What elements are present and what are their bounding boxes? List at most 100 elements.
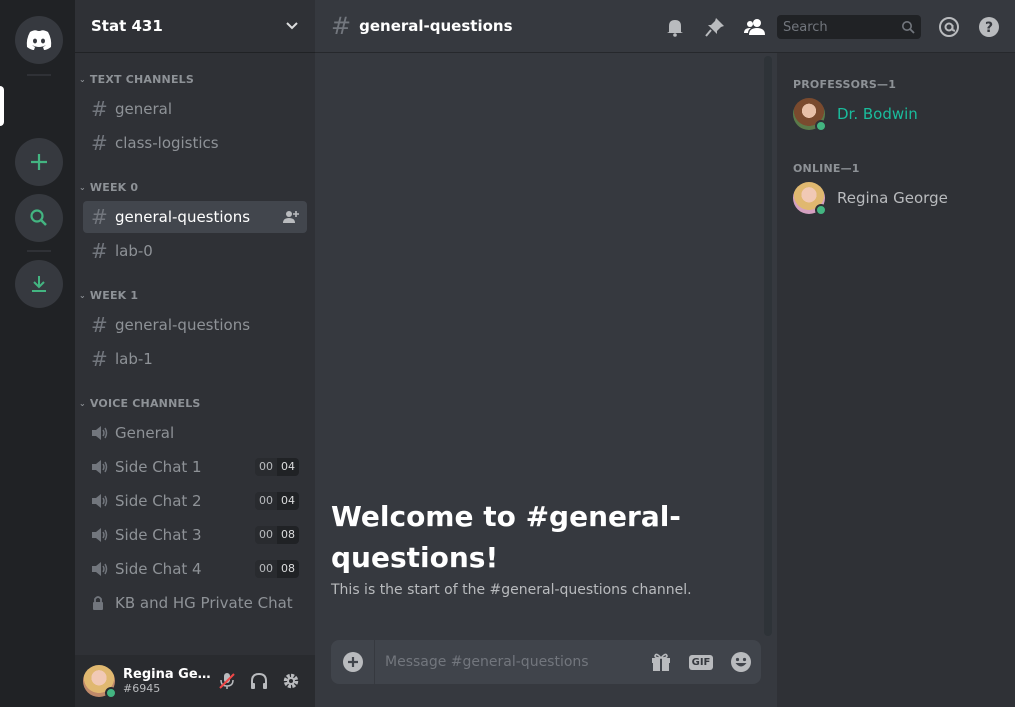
channel-sidebar: Stat 431 ⌄ TEXT CHANNELS # general # cla… [75, 0, 315, 707]
bell-icon [667, 20, 683, 37]
deafen-button[interactable] [243, 665, 275, 697]
speaker-icon [92, 528, 108, 542]
channel-label: Side Chat 3 [115, 526, 202, 544]
channel-general[interactable]: # general [83, 93, 307, 125]
category-text-channels[interactable]: ⌄ TEXT CHANNELS [79, 73, 194, 86]
scrollbar[interactable] [764, 56, 772, 636]
chevron-down-icon: ⌄ [79, 183, 86, 192]
channel-label: general-questions [115, 316, 251, 334]
user-count: 00 [255, 458, 277, 476]
speaker-icon [92, 562, 108, 576]
online-status-icon [815, 120, 827, 132]
server-header[interactable]: Stat 431 [75, 0, 315, 53]
category-week-1[interactable]: ⌄ WEEK 1 [79, 289, 138, 302]
user-limit-badge: 00 04 [255, 458, 299, 476]
voice-channel-side-chat-1[interactable]: Side Chat 1 00 04 [83, 451, 307, 483]
user-info[interactable]: Regina Geor... #6945 [123, 667, 211, 695]
username: Regina Geor... [123, 667, 211, 682]
avatar [793, 182, 827, 216]
category-voice-channels[interactable]: ⌄ VOICE CHANNELS [79, 397, 201, 410]
hash-icon: # [91, 239, 108, 263]
notifications-button[interactable] [655, 12, 695, 42]
pin-icon [705, 18, 724, 37]
channel-label: Side Chat 2 [115, 492, 202, 510]
search-input[interactable]: Search [777, 15, 921, 39]
avatar[interactable] [83, 665, 117, 699]
lock-icon [93, 596, 103, 610]
chevron-down-icon: ⌄ [79, 291, 86, 300]
user-limit: 08 [277, 526, 299, 544]
voice-channel-side-chat-3[interactable]: Side Chat 3 00 08 [83, 519, 307, 551]
emoji-icon [731, 652, 751, 672]
gear-icon [283, 673, 299, 689]
hash-icon: # [331, 12, 352, 40]
channel-label: Side Chat 4 [115, 560, 202, 578]
hash-icon: # [91, 131, 108, 155]
message-input[interactable] [375, 640, 641, 684]
help-icon: ? [979, 17, 999, 37]
user-discriminator: #6945 [123, 682, 161, 695]
user-limit: 08 [277, 560, 299, 578]
server-name: Stat 431 [91, 17, 163, 35]
download-button[interactable] [15, 260, 63, 308]
online-status-icon [815, 204, 827, 216]
channel-lab-1[interactable]: # lab-1 [83, 343, 307, 375]
add-server-icon [31, 154, 47, 170]
header-toolbar: Search ? [655, 12, 1009, 42]
selected-indicator [0, 86, 4, 126]
channel-general-questions-week0[interactable]: # general-questions [83, 201, 307, 233]
channel-label: general [115, 100, 173, 118]
headphones-icon [251, 672, 267, 689]
channel-general-questions-week1[interactable]: # general-questions [83, 309, 307, 341]
home-button[interactable] [15, 16, 63, 64]
upload-button[interactable] [331, 640, 375, 684]
emoji-button[interactable] [721, 640, 761, 684]
member-group-title: ONLINE—1 [793, 162, 860, 175]
chat-area: # general-questions Search ? Welcome to … [315, 0, 1015, 707]
mentions-button[interactable] [929, 12, 969, 42]
channel-lab-0[interactable]: # lab-0 [83, 235, 307, 267]
mute-button[interactable] [211, 665, 243, 697]
member-item[interactable]: Dr. Bodwin [793, 98, 918, 132]
add-server-button[interactable] [15, 138, 63, 186]
category-week-0[interactable]: ⌄ WEEK 0 [79, 181, 138, 194]
search-icon [902, 21, 915, 34]
user-settings-button[interactable] [275, 665, 307, 697]
voice-channel-general[interactable]: General [83, 417, 307, 449]
hash-icon: # [91, 205, 108, 229]
user-limit-badge: 00 04 [255, 492, 299, 510]
invite-icon[interactable] [283, 210, 299, 224]
gif-button[interactable]: GIF [681, 640, 721, 684]
gift-button[interactable] [641, 640, 681, 684]
voice-channel-side-chat-4[interactable]: Side Chat 4 00 08 [83, 553, 307, 585]
channel-title: general-questions [359, 17, 513, 35]
channel-label: KB and HG Private Chat [115, 594, 293, 612]
member-list-button[interactable] [735, 12, 775, 42]
channel-class-logistics[interactable]: # class-logistics [83, 127, 307, 159]
plus-circle-icon [342, 652, 363, 672]
channel-label: lab-1 [115, 350, 153, 368]
discord-logo-icon [26, 30, 52, 50]
svg-text:?: ? [985, 20, 993, 36]
voice-channel-private-chat[interactable]: KB and HG Private Chat [83, 587, 307, 619]
pinned-messages-button[interactable] [695, 12, 735, 42]
chevron-down-icon[interactable] [285, 21, 299, 31]
help-button[interactable]: ? [969, 12, 1009, 42]
gif-icon: GIF [688, 654, 714, 670]
speaker-icon [92, 426, 108, 440]
explore-icon [30, 209, 47, 226]
mention-icon [939, 17, 959, 37]
explore-button[interactable] [15, 194, 63, 242]
online-status-icon [105, 687, 117, 699]
search-placeholder: Search [783, 19, 828, 35]
user-count: 00 [255, 526, 277, 544]
member-group-title: PROFESSORS—1 [793, 78, 897, 91]
speaker-icon [92, 460, 108, 474]
user-limit: 04 [277, 458, 299, 476]
member-list: PROFESSORS—1 Dr. Bodwin ONLINE—1 Regina … [777, 53, 1015, 707]
member-item[interactable]: Regina George [793, 182, 948, 216]
rail-separator [27, 250, 51, 252]
voice-channel-side-chat-2[interactable]: Side Chat 2 00 04 [83, 485, 307, 517]
chevron-down-icon: ⌄ [79, 75, 86, 84]
rail-separator [27, 74, 51, 76]
